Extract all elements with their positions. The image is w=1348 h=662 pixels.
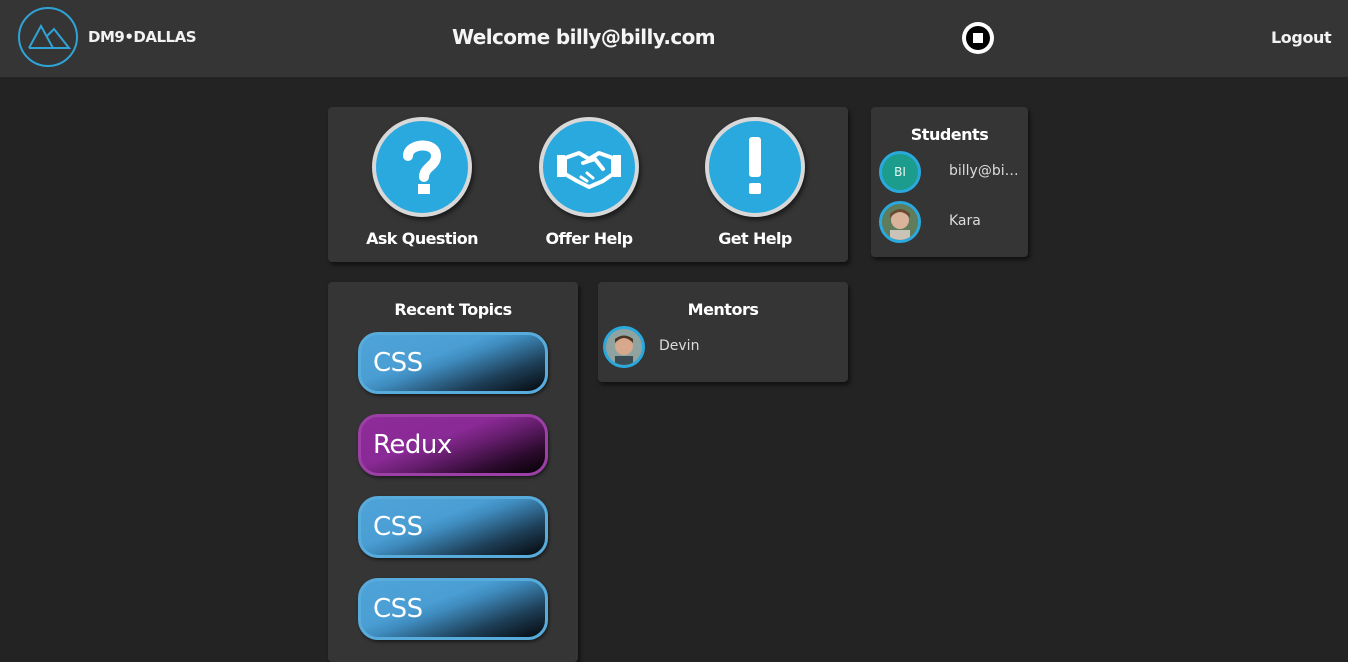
offer-help-button[interactable]: Offer Help <box>519 117 659 257</box>
get-help-label: Get Help <box>718 229 792 248</box>
stop-button[interactable] <box>962 22 994 54</box>
student-name: Kara <box>949 213 981 229</box>
logout-link[interactable]: Logout <box>1271 28 1332 47</box>
mentors-panel: Mentors Devin <box>598 282 848 382</box>
students-panel: Students BI billy@billy.com Kara <box>871 107 1028 257</box>
actions-panel: Ask Question Offer Help Get Help <box>328 107 848 262</box>
recent-topics-panel: Recent Topics CSS Redux CSS CSS <box>328 282 578 662</box>
handshake-icon <box>539 117 639 217</box>
student-item[interactable]: BI billy@billy.com <box>871 151 1028 195</box>
topic-label: Redux <box>373 430 452 460</box>
mentor-item[interactable]: Devin <box>598 326 848 370</box>
student-item[interactable]: Kara <box>871 201 1028 245</box>
ask-question-button[interactable]: Ask Question <box>352 117 492 257</box>
avatar: BI <box>879 151 921 193</box>
question-mark-icon <box>372 117 472 217</box>
topic-label: CSS <box>373 512 423 542</box>
welcome-message: Welcome billy@billy.com <box>452 25 716 49</box>
mentor-name: Devin <box>659 338 700 354</box>
recent-topics-title: Recent Topics <box>394 300 512 319</box>
top-nav: DM9•DALLAS Welcome billy@billy.com Logou… <box>0 0 1348 77</box>
offer-help-label: Offer Help <box>545 229 633 248</box>
topic-label: CSS <box>373 594 423 624</box>
avatar <box>879 201 921 243</box>
exclamation-icon <box>705 117 805 217</box>
brand-name: DM9•DALLAS <box>88 28 197 46</box>
get-help-button[interactable]: Get Help <box>685 117 825 257</box>
topic-button[interactable]: Redux <box>358 414 548 476</box>
topic-button[interactable]: CSS <box>358 578 548 640</box>
ask-question-label: Ask Question <box>366 229 478 248</box>
student-name: billy@billy.com <box>949 163 1019 179</box>
topic-label: CSS <box>373 348 423 378</box>
stop-icon <box>966 26 990 50</box>
logo-icon[interactable] <box>18 7 78 67</box>
mentors-title: Mentors <box>687 300 759 319</box>
topic-button[interactable]: CSS <box>358 332 548 394</box>
students-title: Students <box>910 125 989 144</box>
topic-button[interactable]: CSS <box>358 496 548 558</box>
avatar <box>603 326 645 368</box>
